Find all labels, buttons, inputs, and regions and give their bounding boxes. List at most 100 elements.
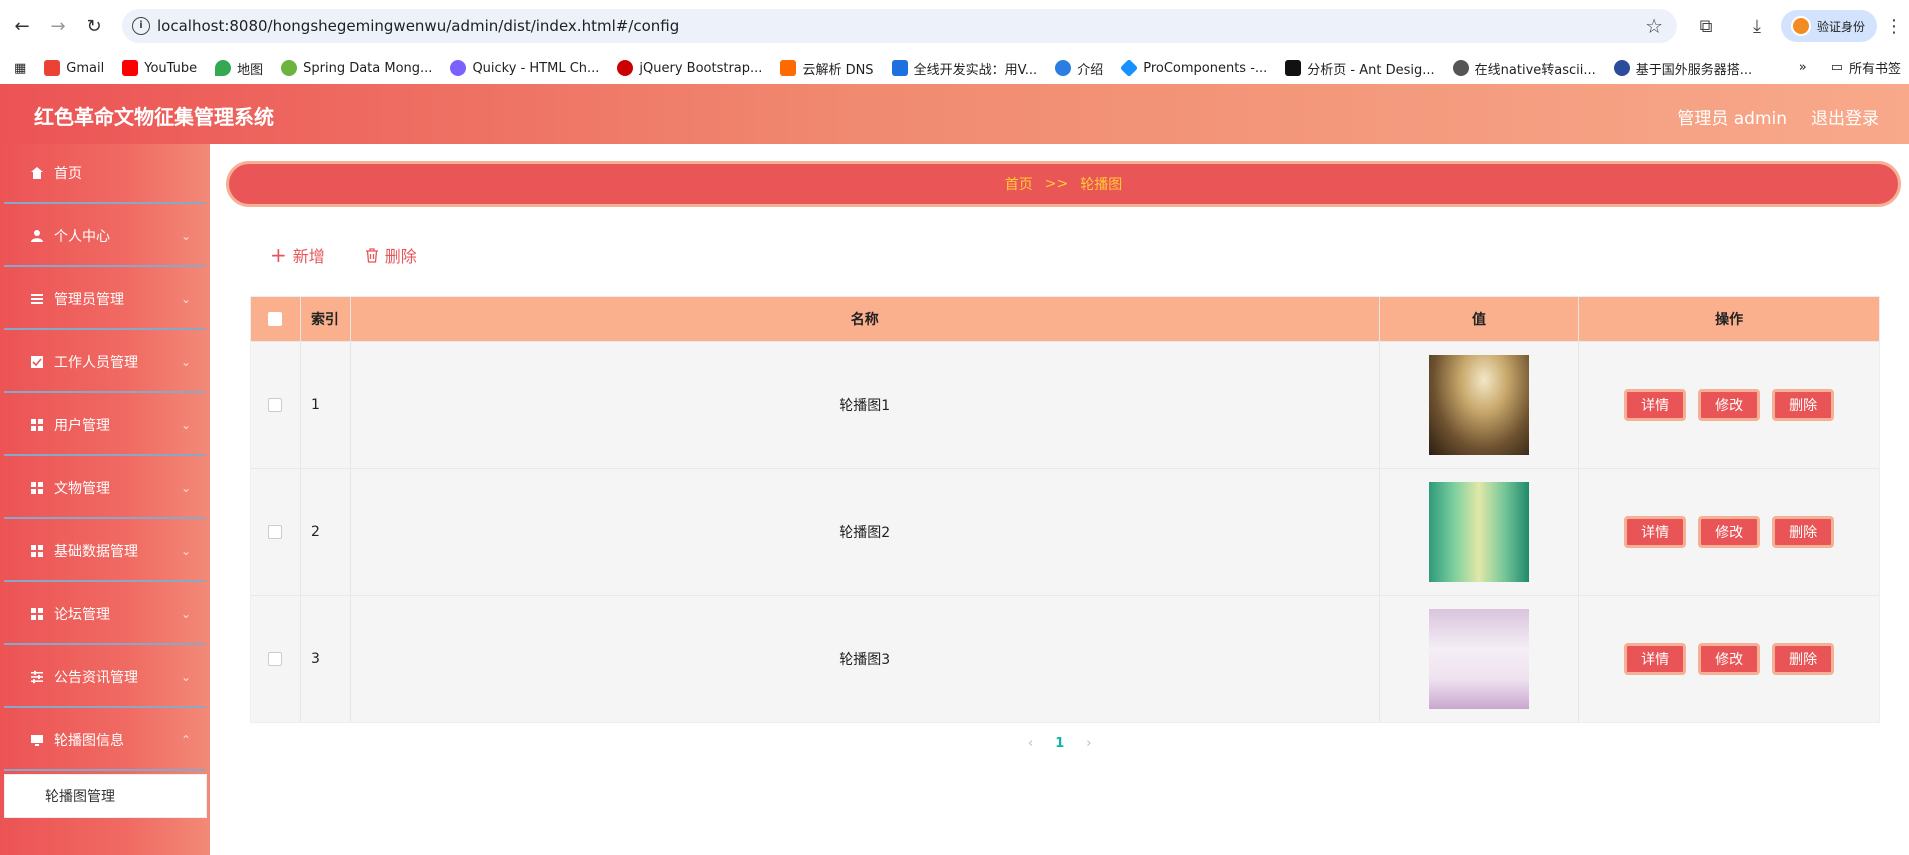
- chevron-down-icon: ⌄: [180, 418, 191, 432]
- bookmark-item[interactable]: Gmail: [44, 60, 104, 76]
- jquery-icon: [617, 60, 634, 76]
- sidebar-item-personal[interactable]: 个人中心 ⌄: [4, 207, 205, 267]
- gmail-icon: [44, 60, 61, 76]
- detail-button[interactable]: 详情: [1624, 643, 1687, 675]
- more-bookmarks-icon[interactable]: »: [1799, 60, 1807, 75]
- sidebar-item-users[interactable]: 用户管理 ⌄: [4, 396, 205, 456]
- carousel-image[interactable]: [1428, 482, 1529, 582]
- aliyun-icon: [780, 60, 797, 76]
- bookmark-label: ProComponents -...: [1143, 60, 1268, 76]
- extensions-icon[interactable]: ⧉: [1693, 13, 1719, 39]
- sidebar-item-label: 首页: [54, 166, 82, 182]
- delete-row-button[interactable]: 删除: [1772, 516, 1835, 548]
- bookmark-item[interactable]: 基于国外服务器搭...: [1613, 59, 1753, 78]
- sidebar-item-admins[interactable]: 管理员管理 ⌄: [4, 270, 205, 330]
- all-bookmarks-label[interactable]: 所有书签: [1849, 58, 1901, 77]
- sidebar-item-carousel[interactable]: 轮播图信息 ⌃: [4, 711, 205, 771]
- edit-button[interactable]: 修改: [1698, 643, 1761, 675]
- quicky-icon: [450, 60, 467, 76]
- row-index: 2: [301, 469, 351, 595]
- procomponents-icon: [1120, 58, 1139, 78]
- row-checkbox[interactable]: [268, 398, 283, 412]
- home-icon: [31, 167, 43, 179]
- apps-icon[interactable]: ▦: [14, 61, 26, 76]
- back-icon[interactable]: ←: [10, 14, 34, 38]
- sidebar-item-basic-data[interactable]: 基础数据管理 ⌄: [4, 522, 205, 582]
- page-number[interactable]: 1: [1055, 736, 1064, 751]
- edit-button[interactable]: 修改: [1698, 389, 1761, 421]
- delete-row-button[interactable]: 删除: [1772, 643, 1835, 675]
- bookmark-label: Gmail: [66, 60, 105, 76]
- plus-icon: +: [270, 243, 287, 267]
- delete-button[interactable]: 删除: [365, 243, 417, 267]
- bookmark-label: 介绍: [1077, 62, 1104, 78]
- bookmark-item[interactable]: 云解析 DNS: [780, 59, 874, 78]
- reload-icon[interactable]: ↻: [82, 14, 106, 38]
- bookmark-item[interactable]: YouTube: [122, 60, 197, 76]
- chevron-down-icon: ⌄: [180, 292, 191, 306]
- breadcrumb: 首页 >> 轮播图: [226, 161, 1901, 207]
- user-icon: [31, 230, 43, 242]
- forward-icon[interactable]: →: [46, 14, 70, 38]
- row-checkbox[interactable]: [268, 525, 283, 539]
- carousel-image[interactable]: [1428, 355, 1529, 455]
- browser-toolbar: ← → ↻ i localhost:8080/hongshegemingwenw…: [0, 0, 1909, 52]
- prev-page-icon[interactable]: ‹: [1028, 736, 1033, 751]
- checkbox-icon: [31, 356, 43, 368]
- bookmark-label: 云解析 DNS: [802, 62, 874, 78]
- bookmark-item[interactable]: Quicky - HTML Ch...: [450, 60, 599, 76]
- column-header: 名称: [351, 297, 1380, 341]
- globe-icon: [1452, 60, 1469, 76]
- bookmark-label: 基于国外服务器搭...: [1635, 62, 1753, 78]
- sidebar-subitem-carousel-manage[interactable]: 轮播图管理: [4, 774, 207, 818]
- list-icon: [31, 294, 43, 304]
- breadcrumb-home[interactable]: 首页: [1005, 174, 1033, 194]
- user-label: 管理员 admin: [1677, 109, 1787, 129]
- table-row: 1 轮播图1 详情 修改 删除: [251, 341, 1879, 468]
- sidebar-item-label: 论坛管理: [54, 607, 110, 623]
- logout-link[interactable]: 退出登录: [1811, 104, 1879, 129]
- profile-label: 验证身份: [1817, 19, 1866, 34]
- add-button[interactable]: + 新增: [270, 243, 325, 267]
- detail-button[interactable]: 详情: [1624, 389, 1687, 421]
- chevron-down-icon: ⌄: [180, 229, 191, 243]
- bookmark-item[interactable]: ProComponents -...: [1120, 58, 1268, 78]
- row-checkbox[interactable]: [268, 652, 283, 666]
- sidebar-item-staff[interactable]: 工作人员管理 ⌄: [4, 333, 205, 393]
- bookmark-item[interactable]: 地图: [215, 59, 263, 78]
- download-icon[interactable]: ⤓: [1744, 13, 1770, 39]
- bookmark-item[interactable]: Spring Data Mong...: [281, 60, 432, 76]
- bookmark-item[interactable]: 介绍: [1055, 59, 1103, 78]
- next-page-icon[interactable]: ›: [1086, 736, 1091, 751]
- menu-icon[interactable]: ⋮: [1881, 13, 1907, 39]
- pro-icon: [1285, 60, 1302, 76]
- delete-row-button[interactable]: 删除: [1772, 389, 1835, 421]
- select-all-checkbox[interactable]: [268, 312, 283, 326]
- sidebar-item-relics[interactable]: 文物管理 ⌄: [4, 459, 205, 519]
- sidebar-item-label: 工作人员管理: [54, 355, 138, 371]
- sidebar-item-label: 轮播图信息: [54, 733, 124, 749]
- bookmark-item[interactable]: 分析页 - Ant Desig...: [1285, 59, 1435, 78]
- add-label: 新增: [292, 247, 325, 266]
- site-info-icon[interactable]: i: [132, 17, 150, 35]
- bookmark-item[interactable]: 全线开发实战：用V...: [891, 59, 1037, 78]
- bookmark-star-icon[interactable]: ☆: [1645, 14, 1663, 38]
- profile-button[interactable]: 验证身份: [1781, 10, 1877, 42]
- bookmark-item[interactable]: 在线native转ascii...: [1452, 59, 1596, 78]
- bookmarks-bar: ▦ Gmail YouTube 地图 Spring Data Mong... Q…: [0, 52, 1909, 84]
- detail-button[interactable]: 详情: [1624, 516, 1687, 548]
- carousel-image[interactable]: [1428, 609, 1529, 709]
- column-header: 索引: [301, 297, 351, 341]
- sidebar-item-forum[interactable]: 论坛管理 ⌄: [4, 585, 205, 645]
- avatar: [1791, 16, 1811, 36]
- edit-button[interactable]: 修改: [1698, 516, 1761, 548]
- sidebar-item-home[interactable]: 首页: [4, 144, 205, 204]
- sidebar-item-news[interactable]: 公告资讯管理 ⌄: [4, 648, 205, 708]
- bookmark-label: 分析页 - Ant Desig...: [1307, 62, 1435, 78]
- bookmark-item[interactable]: jQuery Bootstrap...: [617, 60, 762, 76]
- row-name: 轮播图2: [351, 469, 1380, 595]
- sidebar-item-label: 文物管理: [54, 481, 110, 497]
- app-title: 红色革命文物征集管理系统: [34, 105, 274, 129]
- address-bar[interactable]: i localhost:8080/hongshegemingwenwu/admi…: [122, 9, 1677, 43]
- sliders-icon: [31, 670, 43, 684]
